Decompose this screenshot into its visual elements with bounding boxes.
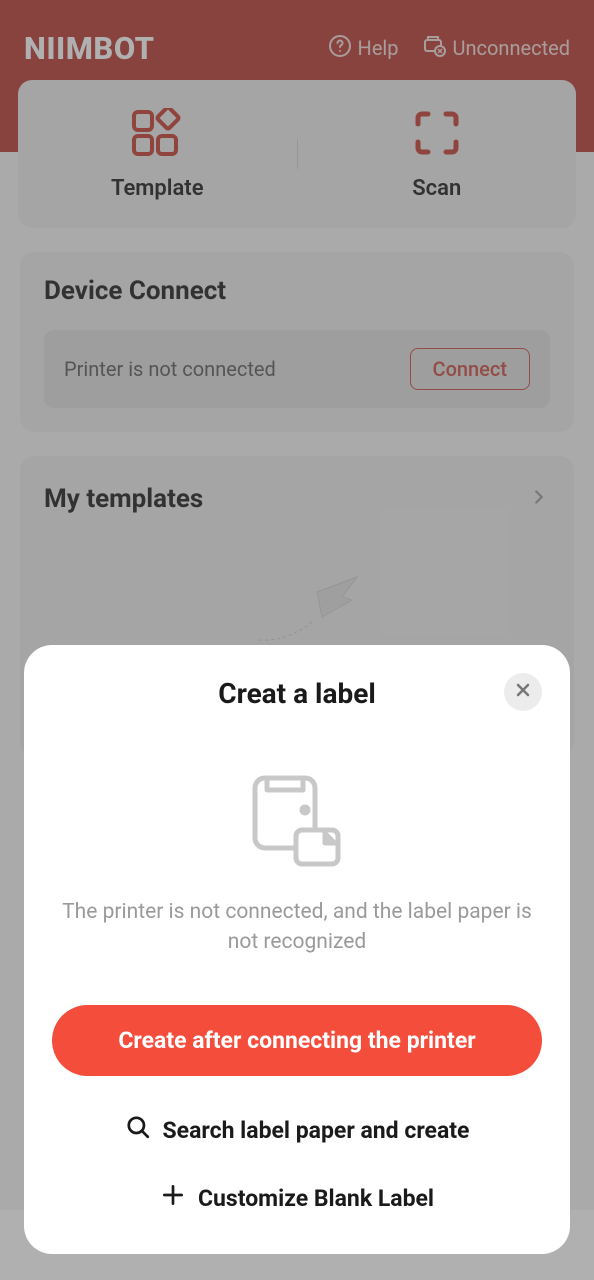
close-icon [514, 681, 532, 703]
search-label-paper-button[interactable]: Search label paper and create [125, 1114, 470, 1146]
customize-label-text: Customize Blank Label [198, 1185, 434, 1212]
create-label-modal: Creat a label The printer is not connect… [24, 645, 570, 1254]
search-icon [125, 1114, 151, 1146]
customize-blank-label-button[interactable]: Customize Blank Label [160, 1182, 434, 1214]
modal-header: Creat a label [52, 677, 542, 710]
search-label-text: Search label paper and create [163, 1117, 470, 1144]
close-button[interactable] [504, 673, 542, 711]
create-after-connecting-button[interactable]: Create after connecting the printer [52, 1005, 542, 1076]
modal-message: The printer is not connected, and the la… [52, 898, 542, 957]
plus-icon [160, 1182, 186, 1214]
printer-illustration [237, 770, 357, 874]
modal-title: Creat a label [218, 677, 375, 710]
